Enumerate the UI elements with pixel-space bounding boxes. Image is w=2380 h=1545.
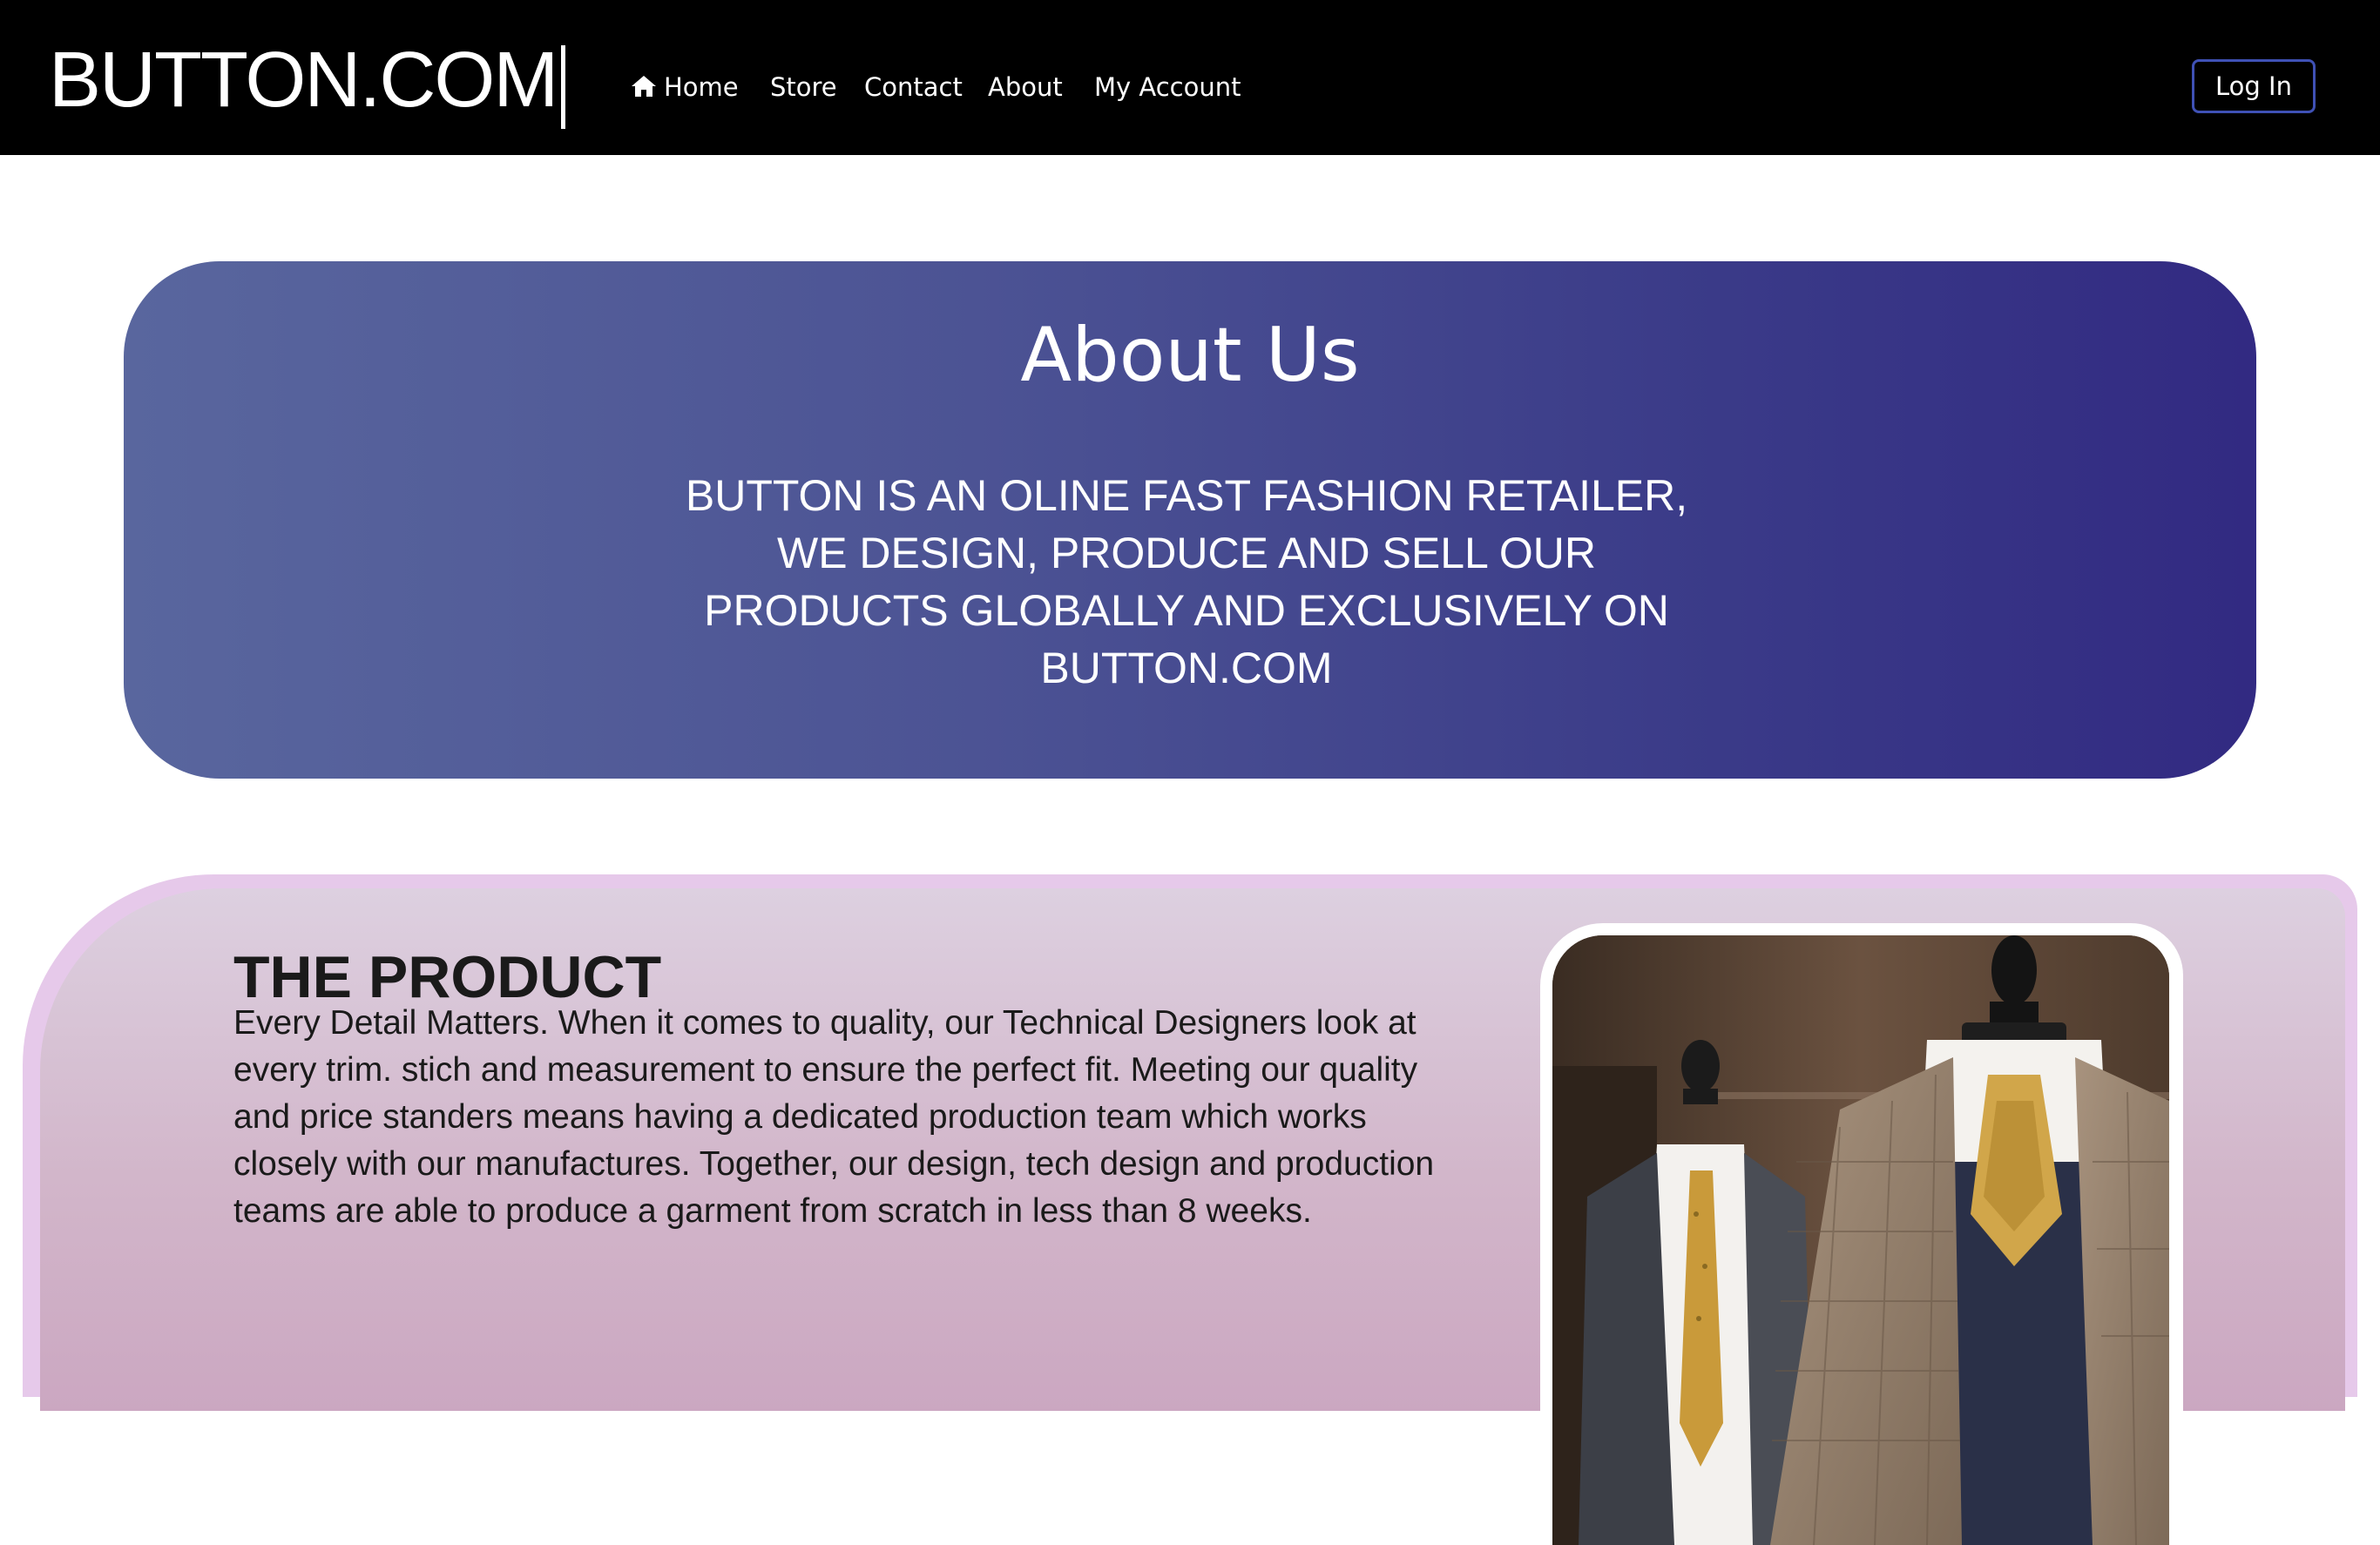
product-image-frame (1540, 923, 2183, 1545)
product-description: Every Detail Matters. When it comes to q… (233, 1004, 1435, 1230)
nav-link-about[interactable]: About (988, 66, 1063, 108)
nav-link-my-account[interactable]: My Account (1094, 66, 1241, 108)
brand-divider (561, 45, 565, 129)
product-section: THE PRODUCT Every Detail Matters. When i… (23, 874, 2357, 1545)
nav-link-home-label: Home (664, 72, 739, 102)
about-us-title: About Us (1020, 312, 1360, 399)
suit-mannequins-photo (1552, 935, 2169, 1545)
top-navbar: BUTTON.COM Home Store Contact About My A… (0, 0, 2380, 155)
nav-link-store[interactable]: Store (770, 66, 837, 108)
home-icon (632, 76, 656, 97)
about-us-text: BUTTON IS AN OLINE FAST FASHION RETAILER… (685, 471, 1688, 692)
nav-link-home[interactable]: Home (631, 66, 739, 108)
brand-logo[interactable]: BUTTON.COM (49, 35, 558, 125)
product-panel: THE PRODUCT Every Detail Matters. When i… (40, 888, 2345, 1545)
login-button[interactable]: Log In (2192, 59, 2316, 113)
about-us-card: About Us BUTTON IS AN OLINE FAST FASHION… (124, 261, 2256, 779)
nav-link-contact[interactable]: Contact (864, 66, 963, 108)
